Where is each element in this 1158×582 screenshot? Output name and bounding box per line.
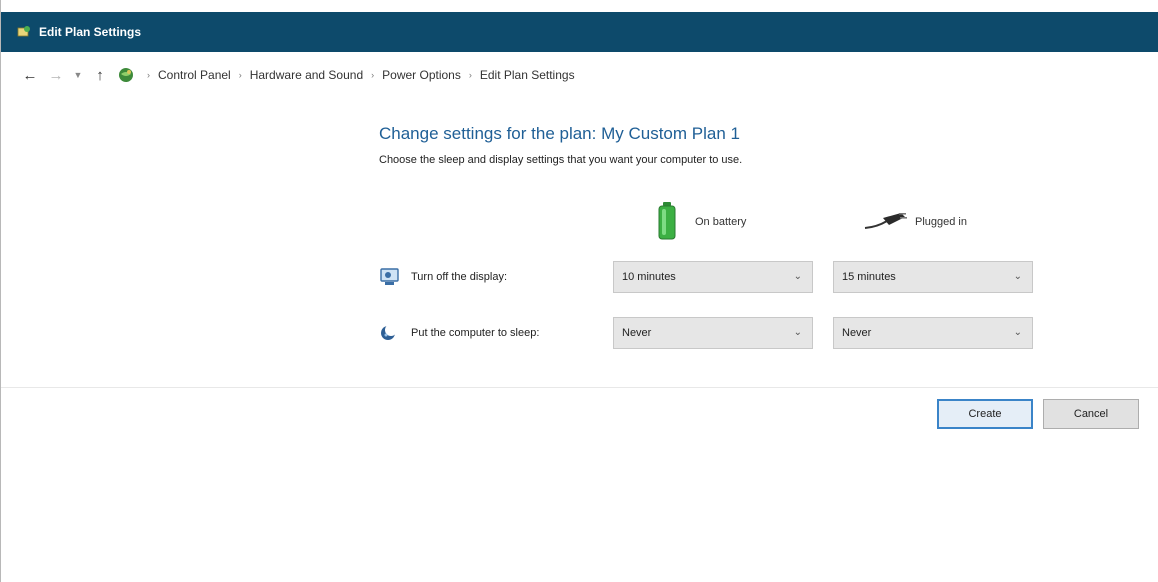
setting-label-sleep: Put the computer to sleep:	[411, 327, 540, 339]
monitor-icon	[379, 267, 401, 287]
edit-plan-settings-window: Edit Plan Settings ← → ▼ ↑ › Control Pan…	[0, 0, 1158, 582]
chevron-down-icon: ⌄	[793, 271, 802, 282]
display-off-plugged-in-select[interactable]: 15 minutes ⌄	[833, 261, 1033, 293]
select-value: 10 minutes	[622, 271, 676, 283]
breadcrumb-separator: ›	[468, 70, 472, 80]
column-header-on-battery: On battery	[657, 200, 746, 244]
breadcrumb-separator: ›	[147, 70, 150, 80]
column-header-plugged-in: Plugged in	[863, 200, 967, 244]
window-title: Edit Plan Settings	[39, 25, 142, 39]
title-bar[interactable]: Edit Plan Settings	[1, 12, 1158, 52]
breadcrumb-hardware-and-sound[interactable]: Hardware and Sound	[250, 68, 363, 82]
select-value: Never	[842, 327, 872, 339]
select-value: Never	[622, 327, 652, 339]
breadcrumb-control-panel[interactable]: Control Panel	[158, 68, 231, 82]
moon-icon	[379, 323, 401, 343]
setting-label-turn-off-display: Turn off the display:	[411, 271, 507, 283]
setting-row-sleep: Put the computer to sleep:	[379, 317, 613, 349]
divider	[1, 387, 1158, 388]
breadcrumb-power-options[interactable]: Power Options	[382, 68, 461, 82]
select-value: 15 minutes	[842, 271, 896, 283]
breadcrumb-separator: ›	[371, 70, 375, 80]
battery-icon	[657, 201, 677, 244]
page-title: Change settings for the plan: My Custom …	[379, 124, 740, 143]
display-off-on-battery-select[interactable]: 10 minutes ⌄	[613, 261, 813, 293]
plugged-in-label: Plugged in	[915, 216, 967, 228]
sleep-on-battery-select[interactable]: Never ⌄	[613, 317, 813, 349]
control-panel-icon	[17, 25, 31, 39]
control-panel-globe-icon	[117, 66, 135, 84]
up-arrow-icon[interactable]: ↑	[89, 64, 111, 86]
setting-row-turn-off-display: Turn off the display:	[379, 261, 613, 293]
breadcrumb-separator: ›	[238, 70, 242, 80]
breadcrumb-edit-plan-settings[interactable]: Edit Plan Settings	[480, 68, 575, 82]
page-description: Choose the sleep and display settings th…	[379, 154, 743, 166]
chevron-down-icon[interactable]: ▼	[71, 64, 85, 86]
create-button[interactable]: Create	[937, 399, 1033, 429]
power-plug-icon	[863, 211, 907, 234]
forward-arrow-icon[interactable]: →	[45, 64, 67, 86]
on-battery-label: On battery	[695, 216, 747, 228]
sleep-plugged-in-select[interactable]: Never ⌄	[833, 317, 1033, 349]
back-arrow-icon[interactable]: ←	[19, 64, 41, 86]
address-bar: ← → ▼ ↑ › Control Panel › Hardware and S…	[1, 58, 1158, 92]
cancel-button[interactable]: Cancel	[1043, 399, 1139, 429]
plan-settings-header: Change settings for the plan: My Custom …	[379, 124, 1099, 166]
chevron-down-icon: ⌄	[793, 327, 802, 338]
chevron-down-icon: ⌄	[1013, 327, 1022, 338]
chevron-down-icon: ⌄	[1013, 271, 1022, 282]
